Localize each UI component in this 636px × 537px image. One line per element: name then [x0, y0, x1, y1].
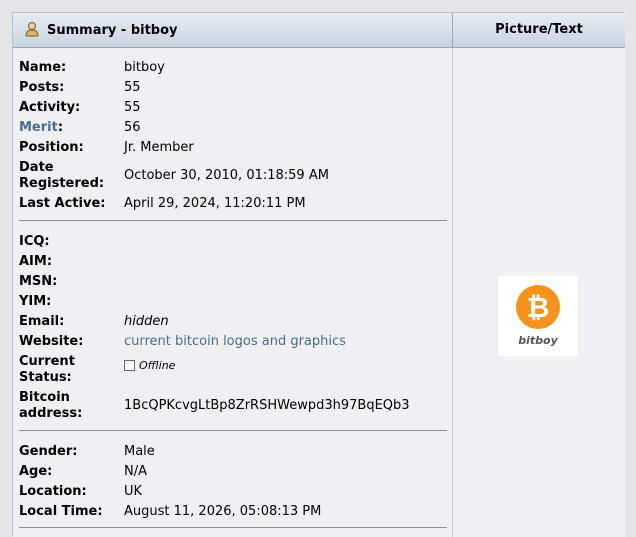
divider: [19, 527, 447, 528]
gender-value: Male: [124, 444, 155, 459]
local-time-value: August 11, 2026, 05:08:13 PM: [124, 504, 322, 519]
offline-status-icon: [124, 360, 135, 371]
avatar: ₿ bitboy: [498, 276, 578, 356]
icq-label: ICQ:: [19, 234, 50, 249]
age-label: Age:: [19, 464, 53, 479]
website-link[interactable]: current bitcoin logos and graphics: [124, 334, 346, 350]
status-label-line1: Current: [19, 354, 75, 369]
email-value: hidden: [124, 314, 169, 329]
email-label: Email:: [19, 314, 65, 329]
local-time-label: Local Time:: [19, 504, 103, 519]
posts-value: 55: [124, 80, 141, 95]
merit-colon: :: [57, 120, 64, 135]
last-active-label: Last Active:: [19, 196, 106, 211]
gender-label: Gender:: [19, 444, 78, 459]
activity-label: Activity:: [19, 100, 81, 115]
summary-header: Summary - bitboy: [13, 13, 453, 48]
yim-label: YIM:: [19, 294, 52, 309]
name-value: bitboy: [124, 60, 165, 75]
location-label: Location:: [19, 484, 87, 499]
divider: [19, 430, 447, 431]
date-registered-value: October 30, 2010, 01:18:59 AM: [124, 168, 329, 183]
position-value: Jr. Member: [124, 140, 194, 155]
divider: [19, 220, 447, 221]
profile-table: Summary - bitboy Picture/Text Name: bitb…: [12, 12, 625, 537]
summary-title: Summary - bitboy: [47, 23, 178, 38]
date-registered-label-line1: Date: [19, 160, 54, 175]
last-active-value: April 29, 2024, 11:20:11 PM: [124, 196, 306, 211]
picture-text-panel: ₿ bitboy: [453, 48, 625, 537]
aim-label: AIM:: [19, 254, 53, 269]
msn-label: MSN:: [19, 274, 58, 289]
website-label: Website:: [19, 334, 84, 349]
bitcoin-address-value: 1BcQPKcvgLtBp8ZrRSHWewpd3h97BqEQb3: [124, 398, 410, 413]
status-label-line2: Status:: [19, 370, 72, 385]
name-label: Name:: [19, 60, 67, 75]
offline-text: Offline: [139, 359, 176, 372]
avatar-caption: bitboy: [518, 334, 558, 347]
age-value: N/A: [124, 464, 147, 479]
user-icon: [25, 22, 39, 37]
bitcoin-symbol: ₿: [527, 291, 550, 324]
picture-text-header: Picture/Text: [453, 13, 625, 48]
merit-link[interactable]: Merit: [19, 120, 58, 135]
summary-panel: Name: bitboy Posts: 55 Activity: 55 Meri…: [13, 48, 453, 537]
bitcoin-address-label-line1: Bitcoin: [19, 390, 70, 405]
merit-value: 56: [124, 120, 141, 135]
status-value: Offline: [124, 358, 175, 374]
activity-value: 55: [124, 100, 141, 115]
date-registered-label-line2: Registered:: [19, 176, 105, 191]
posts-label: Posts:: [19, 80, 65, 95]
position-label: Position:: [19, 140, 84, 155]
location-value: UK: [124, 484, 143, 499]
bitcoin-address-label-line2: address:: [19, 406, 83, 421]
